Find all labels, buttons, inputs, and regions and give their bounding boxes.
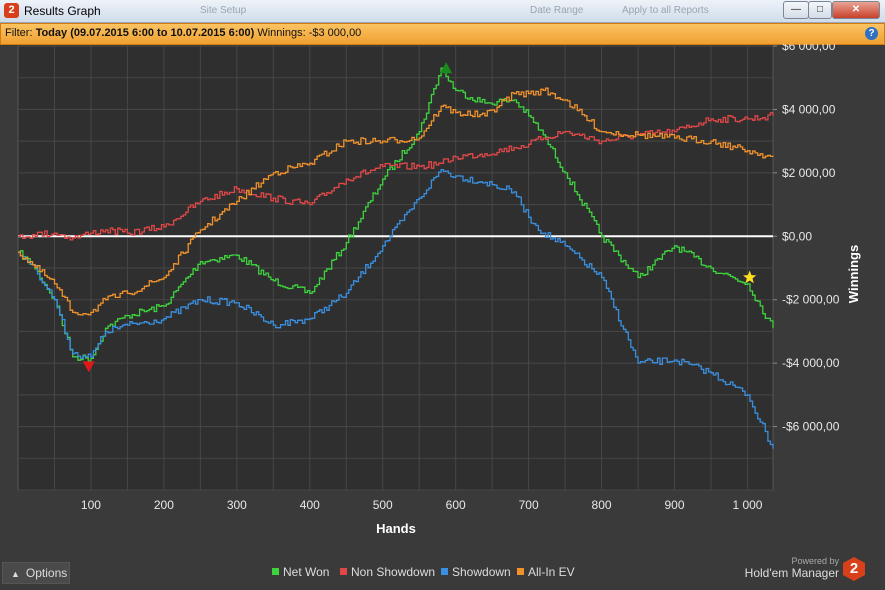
y-tick-label: -$4 000,00 bbox=[782, 356, 840, 370]
y-axis-label: Winnings bbox=[846, 245, 861, 303]
maximize-button[interactable]: □ bbox=[808, 1, 832, 19]
x-tick-label: 200 bbox=[154, 498, 174, 512]
chevron-up-icon: ▲ bbox=[11, 569, 20, 579]
filter-text: Filter: Today (09.07.2015 6:00 to 10.07.… bbox=[5, 27, 361, 39]
x-tick-label: 600 bbox=[446, 498, 466, 512]
y-tick-label: $6 000,00 bbox=[782, 44, 836, 53]
y-tick-label: -$2 000,00 bbox=[782, 293, 840, 307]
x-tick-label: 800 bbox=[592, 498, 612, 512]
x-tick-label: 500 bbox=[373, 498, 393, 512]
y-tick-label: $2 000,00 bbox=[782, 166, 836, 180]
legend-showdown: Showdown bbox=[441, 565, 511, 579]
x-tick-label: 900 bbox=[665, 498, 685, 512]
results-chart: 100 200 300 400 500 600 700 800 900 1 000 -$6 000,… bbox=[17, 44, 861, 536]
legend-non-showdown: Non Showdown bbox=[340, 565, 435, 579]
y-tick-label: $4 000,00 bbox=[782, 102, 836, 116]
legend-swatch bbox=[441, 568, 448, 575]
legend-label: All-In EV bbox=[528, 565, 575, 579]
filter-winnings-value: -$3 000,00 bbox=[308, 27, 362, 39]
x-axis-label: Hands bbox=[376, 521, 416, 536]
legend-swatch bbox=[517, 568, 524, 575]
ghost-site-setup: Site Setup bbox=[200, 5, 247, 16]
help-icon[interactable]: ? bbox=[865, 27, 878, 40]
x-tick-label: 300 bbox=[227, 498, 247, 512]
ghost-date-range: Date Range bbox=[530, 5, 584, 16]
legend-label: Net Won bbox=[283, 565, 330, 579]
legend-all-in-ev: All-In EV bbox=[517, 565, 575, 579]
ghost-apply-reports: Apply to all Reports bbox=[622, 5, 709, 16]
y-tick-label: $0,00 bbox=[782, 229, 812, 243]
legend-net-won: Net Won bbox=[272, 565, 329, 579]
legend-label: Non Showdown bbox=[351, 565, 436, 579]
close-button[interactable]: ✕ bbox=[832, 1, 880, 19]
filter-bar: Filter: Today (09.07.2015 6:00 to 10.07.… bbox=[0, 23, 885, 45]
options-button[interactable]: ▲ Options bbox=[2, 562, 70, 584]
x-tick-label: 700 bbox=[519, 498, 539, 512]
filter-winnings-label: Winnings: bbox=[257, 27, 306, 39]
brand-text: Hold'em Manager bbox=[744, 566, 839, 580]
app-logo-icon: 2 bbox=[4, 3, 19, 18]
filter-prefix: Filter: bbox=[5, 27, 33, 39]
hm2-logo-icon: 2 bbox=[843, 557, 865, 581]
window-titlebar: 2 Results Graph Site Setup Date Range Ap… bbox=[0, 0, 885, 23]
powered-by-text: Powered by bbox=[791, 556, 839, 566]
legend-swatch bbox=[272, 568, 279, 575]
legend-label: Showdown bbox=[452, 565, 511, 579]
x-tick-label: 1 000 bbox=[732, 498, 762, 512]
x-tick-label: 100 bbox=[81, 498, 101, 512]
window-title: Results Graph bbox=[24, 4, 101, 18]
minimize-button[interactable]: — bbox=[783, 1, 809, 19]
x-tick-label: 400 bbox=[300, 498, 320, 512]
options-label: Options bbox=[25, 566, 68, 580]
y-tick-label: -$6 000,00 bbox=[782, 420, 840, 434]
filter-range: Today (09.07.2015 6:00 to 10.07.2015 6:0… bbox=[35, 27, 255, 39]
legend-swatch bbox=[340, 568, 347, 575]
